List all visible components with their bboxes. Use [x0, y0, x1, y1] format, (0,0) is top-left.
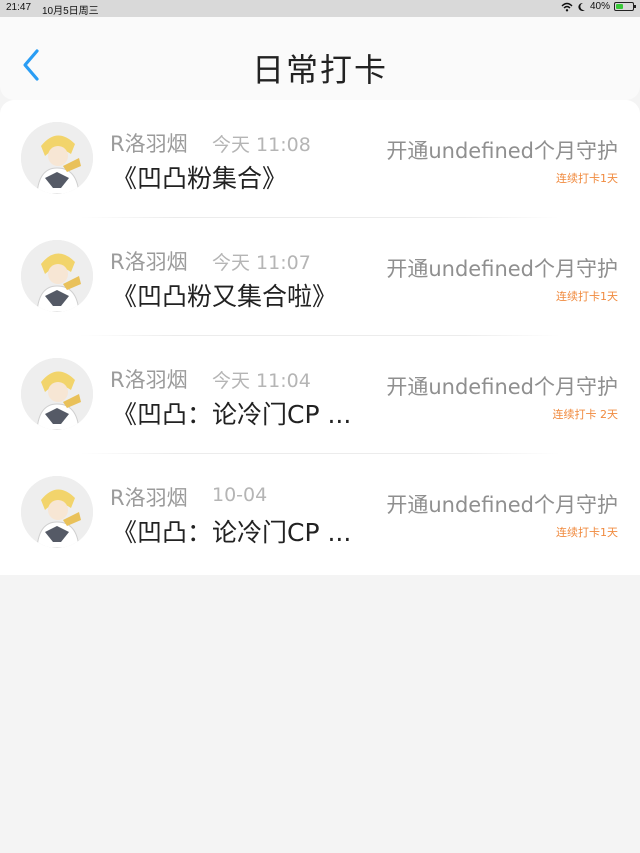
- status-date: 10月5日周三: [42, 6, 99, 17]
- username: R洛羽烟: [110, 368, 188, 392]
- moon-icon: [578, 2, 585, 11]
- post-title[interactable]: 《凹凸：论冷门CP ...: [112, 513, 351, 549]
- streak-badge: 连续打卡1天: [556, 526, 618, 539]
- streak-badge: 连续打卡1天: [556, 172, 618, 185]
- list-item[interactable]: R洛羽烟 今天 11:08 《凹凸粉集合》 开通undefined个月守护 连续…: [0, 100, 640, 218]
- post-time: 今天 11:08: [212, 134, 311, 156]
- streak-badge: 连续打卡 2天: [552, 408, 619, 421]
- list-item[interactable]: R洛羽烟 今天 11:07 《凹凸粉又集合啦》 开通undefined个月守护 …: [0, 218, 640, 336]
- username: R洛羽烟: [110, 132, 188, 156]
- avatar[interactable]: [21, 240, 93, 312]
- status-bar: 21:47 10月5日周三 40%: [0, 0, 640, 17]
- list-item[interactable]: R洛羽烟 10-04 《凹凸：论冷门CP ... 开通undefined个月守护…: [0, 454, 640, 572]
- guard-text: 开通undefined个月守护: [386, 375, 618, 399]
- guard-text: 开通undefined个月守护: [386, 493, 618, 517]
- username: R洛羽烟: [110, 486, 188, 510]
- post-title[interactable]: 《凹凸粉集合》: [112, 159, 287, 195]
- avatar-image: [21, 476, 93, 548]
- avatar[interactable]: [21, 358, 93, 430]
- post-title[interactable]: 《凹凸：论冷门CP ...: [112, 395, 351, 431]
- nav-header: 日常打卡: [0, 17, 640, 100]
- avatar-image: [21, 358, 93, 430]
- post-time: 今天 11:04: [212, 370, 311, 392]
- status-time: 21:47: [6, 2, 32, 13]
- avatar-image: [21, 122, 93, 194]
- avatar[interactable]: [21, 476, 93, 548]
- list-item[interactable]: R洛羽烟 今天 11:04 《凹凸：论冷门CP ... 开通undefined个…: [0, 336, 640, 454]
- post-title[interactable]: 《凹凸粉又集合啦》: [112, 277, 337, 313]
- battery-icon: [614, 2, 636, 11]
- battery-fill: [616, 4, 624, 9]
- streak-badge: 连续打卡1天: [556, 290, 618, 303]
- post-time: 10-04: [212, 484, 268, 506]
- avatar-image: [21, 240, 93, 312]
- avatar[interactable]: [21, 122, 93, 194]
- status-right: 40%: [561, 1, 636, 12]
- page-title: 日常打卡: [251, 51, 388, 89]
- battery-cap: [634, 5, 636, 8]
- post-time: 今天 11:07: [212, 252, 311, 274]
- battery-percent: 40%: [589, 1, 610, 12]
- wifi-icon: [561, 2, 573, 11]
- username: R洛羽烟: [110, 250, 188, 274]
- guard-text: 开通undefined个月守护: [386, 139, 618, 163]
- guard-text: 开通undefined个月守护: [386, 257, 618, 281]
- checkin-list: R洛羽烟 今天 11:08 《凹凸粉集合》 开通undefined个月守护 连续…: [0, 100, 640, 575]
